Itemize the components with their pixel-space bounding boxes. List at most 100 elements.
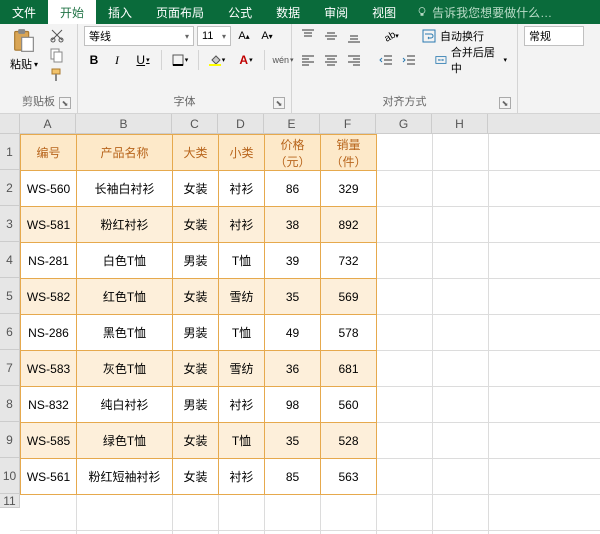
- cell[interactable]: 白色T恤: [77, 243, 173, 279]
- cell[interactable]: 衬衫: [219, 459, 265, 495]
- cell[interactable]: NS-281: [21, 243, 77, 279]
- cell[interactable]: 灰色T恤: [77, 351, 173, 387]
- cell[interactable]: 女装: [173, 459, 219, 495]
- cell[interactable]: 49: [265, 315, 321, 351]
- cell[interactable]: WS-560: [21, 171, 77, 207]
- border-button[interactable]: ▾: [167, 50, 193, 70]
- merge-center-button[interactable]: 合并后居中▾: [431, 50, 511, 70]
- cell[interactable]: T恤: [219, 423, 265, 459]
- cell[interactable]: 86: [265, 171, 321, 207]
- tab-view[interactable]: 视图: [360, 0, 408, 24]
- cell[interactable]: 892: [321, 207, 377, 243]
- table-header[interactable]: 销量（件）: [321, 135, 377, 171]
- row-header-2[interactable]: 2: [0, 170, 20, 206]
- cell[interactable]: 36: [265, 351, 321, 387]
- column-header-G[interactable]: G: [376, 114, 432, 133]
- row-header-6[interactable]: 6: [0, 314, 20, 350]
- cell[interactable]: 528: [321, 423, 377, 459]
- cell[interactable]: 雪纺: [219, 279, 265, 315]
- grow-font-button[interactable]: A▴: [234, 26, 254, 46]
- table-header[interactable]: 价格（元）: [265, 135, 321, 171]
- cell[interactable]: NS-832: [21, 387, 77, 423]
- tab-review[interactable]: 审阅: [312, 0, 360, 24]
- cell[interactable]: 粉红短袖衬衫: [77, 459, 173, 495]
- cell[interactable]: 纯白衬衫: [77, 387, 173, 423]
- cell[interactable]: WS-581: [21, 207, 77, 243]
- font-size-combo[interactable]: 11▾: [197, 26, 231, 46]
- wrap-text-button[interactable]: 自动换行: [418, 26, 488, 46]
- cell[interactable]: 衬衫: [219, 171, 265, 207]
- decrease-indent-button[interactable]: [376, 50, 396, 70]
- cell[interactable]: 578: [321, 315, 377, 351]
- row-header-8[interactable]: 8: [0, 386, 20, 422]
- cell[interactable]: 雪纺: [219, 351, 265, 387]
- row-header-4[interactable]: 4: [0, 242, 20, 278]
- row-header-5[interactable]: 5: [0, 278, 20, 314]
- fill-color-button[interactable]: ▾: [204, 50, 230, 70]
- copy-button[interactable]: [48, 46, 66, 64]
- cell[interactable]: 男装: [173, 387, 219, 423]
- font-launcher[interactable]: ⬊: [273, 97, 285, 109]
- align-left-button[interactable]: [298, 50, 318, 70]
- cell[interactable]: 男装: [173, 243, 219, 279]
- tab-layout[interactable]: 页面布局: [144, 0, 216, 24]
- cell[interactable]: WS-585: [21, 423, 77, 459]
- row-header-9[interactable]: 9: [0, 422, 20, 458]
- cell[interactable]: 女装: [173, 279, 219, 315]
- tab-data[interactable]: 数据: [264, 0, 312, 24]
- cell[interactable]: 38: [265, 207, 321, 243]
- row-header-3[interactable]: 3: [0, 206, 20, 242]
- column-header-B[interactable]: B: [76, 114, 172, 133]
- underline-button[interactable]: U▾: [130, 50, 156, 70]
- tab-formula[interactable]: 公式: [216, 0, 264, 24]
- align-bottom-button[interactable]: [344, 26, 364, 46]
- row-header-1[interactable]: 1: [0, 134, 20, 170]
- worksheet-grid[interactable]: 1234567891011 编号产品名称大类小类价格（元）销量（件） WS-56…: [0, 134, 600, 534]
- cell[interactable]: T恤: [219, 243, 265, 279]
- cell[interactable]: 35: [265, 423, 321, 459]
- cell[interactable]: 98: [265, 387, 321, 423]
- italic-button[interactable]: I: [107, 50, 127, 70]
- number-format-combo[interactable]: 常规: [524, 26, 584, 46]
- column-header-H[interactable]: H: [432, 114, 488, 133]
- cell[interactable]: 衬衫: [219, 387, 265, 423]
- cell[interactable]: 35: [265, 279, 321, 315]
- cell[interactable]: 女装: [173, 207, 219, 243]
- cell[interactable]: WS-561: [21, 459, 77, 495]
- table-header[interactable]: 大类: [173, 135, 219, 171]
- cell[interactable]: 长袖白衬衫: [77, 171, 173, 207]
- table-header[interactable]: 小类: [219, 135, 265, 171]
- cell[interactable]: 女装: [173, 171, 219, 207]
- cell[interactable]: WS-583: [21, 351, 77, 387]
- cell[interactable]: T恤: [219, 315, 265, 351]
- row-header-10[interactable]: 10: [0, 458, 20, 494]
- clipboard-launcher[interactable]: ⬊: [59, 97, 71, 109]
- tell-me[interactable]: 告诉我您想要做什么…: [416, 0, 552, 24]
- cell[interactable]: 569: [321, 279, 377, 315]
- cell[interactable]: 329: [321, 171, 377, 207]
- cell[interactable]: 男装: [173, 315, 219, 351]
- increase-indent-button[interactable]: [399, 50, 419, 70]
- table-header[interactable]: 产品名称: [77, 135, 173, 171]
- cell[interactable]: NS-286: [21, 315, 77, 351]
- align-launcher[interactable]: ⬊: [499, 97, 511, 109]
- column-header-C[interactable]: C: [172, 114, 218, 133]
- font-name-combo[interactable]: 等线▾: [84, 26, 194, 46]
- column-header-F[interactable]: F: [320, 114, 376, 133]
- cell[interactable]: 560: [321, 387, 377, 423]
- select-all-corner[interactable]: [0, 114, 20, 133]
- cell[interactable]: 39: [265, 243, 321, 279]
- tab-file[interactable]: 文件: [0, 0, 48, 24]
- column-header-A[interactable]: A: [20, 114, 76, 133]
- bold-button[interactable]: B: [84, 50, 104, 70]
- cell[interactable]: 85: [265, 459, 321, 495]
- column-header-E[interactable]: E: [264, 114, 320, 133]
- cell[interactable]: 粉红衬衫: [77, 207, 173, 243]
- align-center-button[interactable]: [321, 50, 341, 70]
- align-middle-button[interactable]: [321, 26, 341, 46]
- cell[interactable]: 黑色T恤: [77, 315, 173, 351]
- cell[interactable]: 绿色T恤: [77, 423, 173, 459]
- align-top-button[interactable]: [298, 26, 318, 46]
- shrink-font-button[interactable]: A▾: [257, 26, 277, 46]
- format-painter-button[interactable]: [48, 66, 66, 84]
